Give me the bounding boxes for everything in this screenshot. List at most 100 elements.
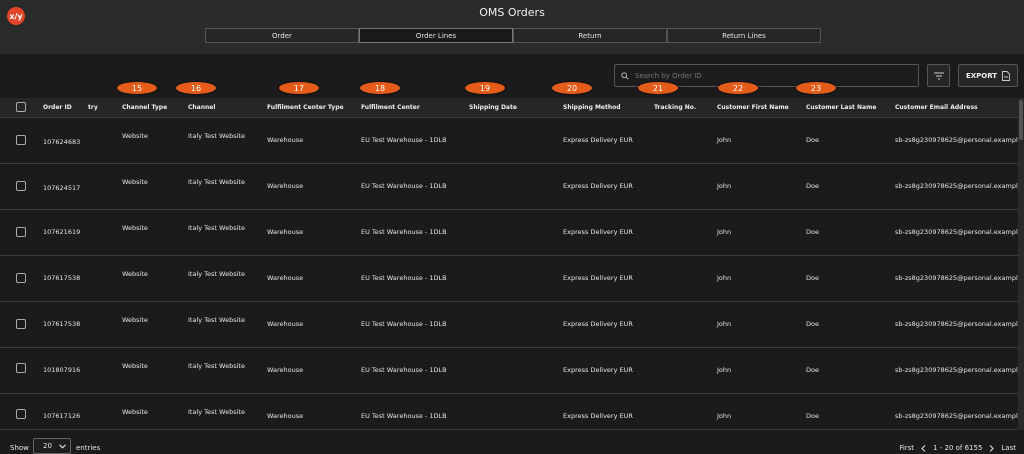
cell-fc: EU Test Warehouse - 1DLB <box>361 412 447 420</box>
cell-email: sb-zs8g230978625@personal.example.c <box>895 182 1024 190</box>
first-page-link[interactable]: First <box>899 444 914 452</box>
filter-button[interactable] <box>927 64 950 87</box>
cell-shipping-method: Express Delivery EUR <box>563 366 633 374</box>
col-shipping-date[interactable]: Shipping Date <box>469 104 517 111</box>
cell-email: sb-zs8g230978625@personal.example.c <box>895 320 1024 328</box>
table-row[interactable]: 107617126 Website Italy Test Website War… <box>0 394 1024 430</box>
cell-channel-type: Website <box>122 178 148 186</box>
cell-first-name: John <box>717 228 732 236</box>
tab-order-lines[interactable]: Order Lines <box>359 28 513 43</box>
col-fulfilment-center-type[interactable]: Fulfilment Center Type <box>267 104 344 111</box>
col-channel-type[interactable]: Channel Type <box>122 104 167 111</box>
export-label: EXPORT <box>965 71 998 80</box>
annotation-badge: 17 <box>279 82 319 94</box>
cell-last-name: Doe <box>806 412 819 420</box>
cell-last-name: Doe <box>806 274 819 282</box>
export-button[interactable]: EXPORT <box>958 64 1018 87</box>
cell-fc-type: Warehouse <box>267 182 304 190</box>
row-checkbox[interactable] <box>16 181 26 191</box>
page-size-value: 20 <box>43 442 52 450</box>
cell-order-id[interactable]: 107621619 <box>43 228 80 236</box>
cell-shipping-method: Express Delivery EUR <box>563 320 633 328</box>
col-fulfilment-center[interactable]: Fulfilment Center <box>361 104 420 111</box>
annotation-badge: 15 <box>117 82 157 94</box>
col-tracking-no[interactable]: Tracking No. <box>654 104 696 111</box>
cell-fc: EU Test Warehouse - 1DLB <box>361 136 447 144</box>
tab-return[interactable]: Return <box>513 28 667 43</box>
row-checkbox[interactable] <box>16 227 26 237</box>
select-all-checkbox[interactable] <box>16 102 26 112</box>
entries-label: entries <box>76 444 101 452</box>
export-file-icon <box>1002 70 1011 81</box>
cell-channel: Italy Test Website <box>188 224 245 232</box>
cell-fc-type: Warehouse <box>267 228 304 236</box>
cell-shipping-method: Express Delivery EUR <box>563 182 633 190</box>
row-checkbox[interactable] <box>16 135 26 145</box>
col-shipping-method[interactable]: Shipping Method <box>563 104 621 111</box>
cell-channel-type: Website <box>122 270 148 278</box>
annotation-badge: 18 <box>360 82 400 94</box>
cell-last-name: Doe <box>806 366 819 374</box>
cell-last-name: Doe <box>806 136 819 144</box>
app-header: x/y OMS Orders Order Order Lines Return … <box>0 0 1024 54</box>
cell-fc: EU Test Warehouse - 1DLB <box>361 320 447 328</box>
tab-order[interactable]: Order <box>205 28 359 43</box>
tab-return-lines[interactable]: Return Lines <box>667 28 821 43</box>
cell-channel-type: Website <box>122 316 148 324</box>
table-row[interactable]: 107624683 Website Italy Test Website War… <box>0 118 1024 164</box>
last-page-link[interactable]: Last <box>1001 444 1016 452</box>
row-checkbox[interactable] <box>16 363 26 373</box>
cell-fc: EU Test Warehouse - 1DLB <box>361 228 447 236</box>
cell-fc-type: Warehouse <box>267 274 304 282</box>
col-channel[interactable]: Channel <box>188 104 215 111</box>
cell-email: sb-zs8g230978625@personal.example.c <box>895 274 1024 282</box>
page-title: OMS Orders <box>479 6 545 19</box>
cell-fc: EU Test Warehouse - 1DLB <box>361 274 447 282</box>
cell-email: sb-zs8g230978625@personal.example.c <box>895 412 1024 420</box>
cell-channel-type: Website <box>122 224 148 232</box>
cell-first-name: John <box>717 136 732 144</box>
cell-order-id[interactable]: 107617126 <box>43 412 80 420</box>
cell-order-id[interactable]: 107617538 <box>43 320 80 328</box>
table-row[interactable]: 101807916 Website Italy Test Website War… <box>0 348 1024 394</box>
cell-order-id[interactable]: 101807916 <box>43 366 80 374</box>
search-icon <box>621 71 629 80</box>
cell-first-name: John <box>717 412 732 420</box>
scrollbar-thumb[interactable] <box>1019 100 1023 140</box>
cell-channel-type: Website <box>122 132 148 140</box>
annotation-badge: 16 <box>176 82 216 94</box>
cell-email: sb-zs8g230978625@personal.example.c <box>895 366 1024 374</box>
cell-shipping-method: Express Delivery EUR <box>563 274 633 282</box>
chevron-right-icon[interactable] <box>989 444 995 452</box>
table-row[interactable]: 107617538 Website Italy Test Website War… <box>0 256 1024 302</box>
vertical-scrollbar[interactable] <box>1018 98 1024 430</box>
col-country[interactable]: try <box>88 104 98 111</box>
col-customer-email[interactable]: Customer Email Address <box>895 104 978 111</box>
cell-channel: Italy Test Website <box>188 316 245 324</box>
cell-order-id[interactable]: 107624683 <box>43 138 80 146</box>
search-input[interactable] <box>635 71 905 80</box>
annotation-badge: 22 <box>718 82 758 94</box>
page-size-select[interactable]: 20 <box>33 438 71 454</box>
page-range: 1 - 20 of 6155 <box>933 444 983 452</box>
table-row[interactable]: 107621619 Website Italy Test Website War… <box>0 210 1024 256</box>
cell-channel: Italy Test Website <box>188 178 245 186</box>
col-customer-first-name[interactable]: Customer First Name <box>717 104 789 111</box>
cell-last-name: Doe <box>806 320 819 328</box>
cell-email: sb-zs8g230978625@personal.example.c <box>895 228 1024 236</box>
cell-order-id[interactable]: 107617538 <box>43 274 80 282</box>
cell-channel: Italy Test Website <box>188 270 245 278</box>
cell-order-id[interactable]: 107624517 <box>43 184 80 192</box>
col-customer-last-name[interactable]: Customer Last Name <box>806 104 876 111</box>
row-checkbox[interactable] <box>16 409 26 419</box>
tab-bar: Order Order Lines Return Return Lines <box>205 28 821 43</box>
table-row[interactable]: 107617538 Website Italy Test Website War… <box>0 302 1024 348</box>
cell-channel-type: Website <box>122 408 148 416</box>
row-checkbox[interactable] <box>16 273 26 283</box>
cell-fc-type: Warehouse <box>267 366 304 374</box>
chevron-down-icon <box>58 443 66 449</box>
chevron-left-icon[interactable] <box>921 444 926 452</box>
col-order-id[interactable]: Order ID <box>43 104 72 111</box>
row-checkbox[interactable] <box>16 319 26 329</box>
table-row[interactable]: 107624517 Website Italy Test Website War… <box>0 164 1024 210</box>
